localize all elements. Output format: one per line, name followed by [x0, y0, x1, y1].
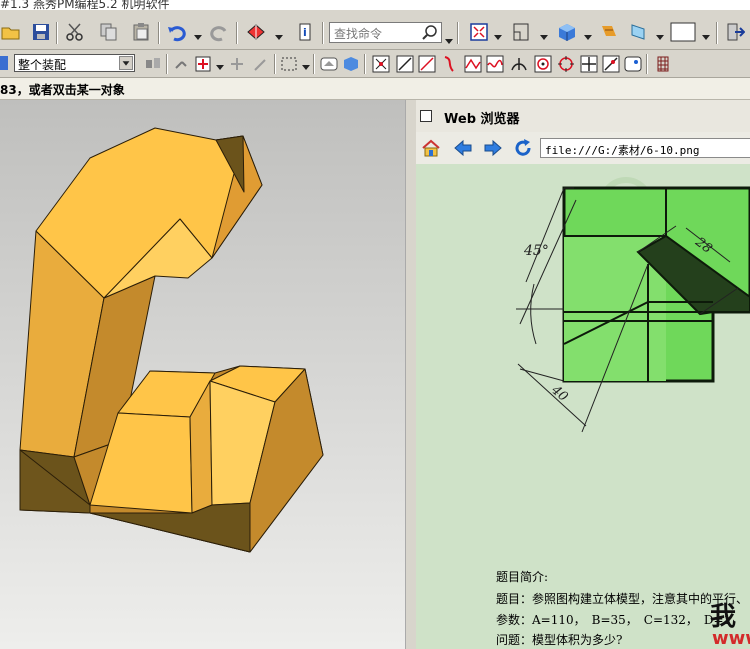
toolbar-separator — [166, 54, 168, 74]
type-filter-swatch[interactable] — [0, 56, 8, 70]
window-title: #1.3 燕秀PM编程5.2 机明软件 — [0, 0, 170, 10]
problem-heading: 题目简介: — [496, 570, 549, 584]
toolbar-separator — [322, 22, 324, 44]
selection-toolbar: 整个装配 — [0, 50, 750, 78]
window-layout-chevron-icon[interactable] — [702, 30, 710, 40]
select-filter-icon[interactable] — [245, 21, 267, 43]
search-icon[interactable] — [421, 24, 439, 42]
toolbar-separator — [56, 22, 58, 44]
snap-intersection-icon[interactable] — [578, 53, 600, 75]
paste-icon[interactable] — [130, 21, 152, 43]
open-folder-icon[interactable] — [0, 21, 22, 43]
rectangle-select-icon[interactable] — [278, 53, 300, 75]
browser-nav-bar: file:///G:/素材/6-10.png — [416, 132, 750, 164]
vector-icon[interactable] — [250, 53, 272, 75]
toolbar-separator — [274, 54, 276, 74]
refresh-icon[interactable] — [512, 137, 534, 159]
problem-line-3: 问题：模型体积为多少? — [496, 633, 623, 647]
toolbar-separator — [158, 22, 160, 44]
command-search-placeholder: 查找命令 — [334, 27, 383, 41]
problem-line-2: 参数：A=110， B=35， C=132， D=1 — [496, 613, 732, 627]
solid-filter-icon[interactable] — [318, 53, 340, 75]
home-icon[interactable] — [420, 137, 442, 159]
exit-door-icon[interactable] — [724, 21, 746, 43]
point-constructor-icon[interactable] — [226, 53, 248, 75]
view-orient-icon[interactable] — [628, 21, 650, 43]
toolbar-separator — [313, 54, 315, 74]
browser-title: Web 浏览器 — [444, 112, 520, 127]
technical-drawing: 45° 28 40 — [516, 177, 750, 433]
address-bar[interactable]: file:///G:/素材/6-10.png — [540, 138, 750, 158]
snap-point-icon[interactable] — [172, 53, 194, 75]
svg-text:i: i — [303, 26, 307, 39]
assembly-scope-select[interactable]: 整个装配 — [14, 54, 135, 72]
site-watermark-url: www — [712, 628, 750, 649]
shaded-cube-icon[interactable] — [556, 21, 578, 43]
material-brush-icon[interactable] — [598, 21, 620, 43]
window-layout-icon[interactable] — [670, 21, 696, 43]
sketch-plane-icon[interactable] — [510, 21, 532, 43]
browser-pin-checkbox[interactable] — [420, 110, 432, 122]
info-icon[interactable]: i — [294, 21, 316, 43]
cut-icon[interactable] — [64, 21, 86, 43]
rectangle-select-chevron-icon[interactable] — [302, 60, 310, 70]
snap-face-icon[interactable] — [622, 53, 644, 75]
main-toolbar: i 查找命令 — [0, 10, 750, 50]
fit-view-icon[interactable] — [468, 21, 490, 43]
address-url: file:///G:/素材/6-10.png — [545, 144, 700, 157]
body-filter-icon[interactable] — [340, 53, 362, 75]
snap-curve-icon[interactable] — [440, 53, 462, 75]
snap-perpendicular-icon[interactable] — [508, 53, 530, 75]
fit-view-chevron-icon[interactable] — [494, 30, 502, 40]
save-icon[interactable] — [30, 21, 52, 43]
toolbar-separator — [364, 54, 366, 74]
snap-quadrant-icon[interactable] — [555, 53, 577, 75]
web-page-content: 45° 28 40 题目简介: 题目：参照图构建立体模型，注意其中的平行、 参数… — [416, 164, 750, 649]
view-orient-chevron-icon[interactable] — [656, 30, 664, 40]
toolbar-separator — [646, 54, 648, 74]
solid-model[interactable] — [0, 100, 405, 649]
snap-line-icon[interactable] — [394, 53, 416, 75]
cue-line: 83，或者双击某一对象 — [0, 78, 750, 100]
select-filter-chevron-icon[interactable] — [275, 30, 283, 40]
assembly-scope-value: 整个装配 — [18, 58, 67, 72]
snap-spline-icon[interactable] — [462, 53, 484, 75]
forward-arrow-icon[interactable] — [482, 137, 504, 159]
undo-icon[interactable] — [166, 21, 188, 43]
toolbar-separator — [457, 22, 459, 44]
toolbar-separator — [716, 22, 718, 44]
assembly-filter-icon[interactable] — [142, 53, 164, 75]
back-arrow-icon[interactable] — [452, 137, 474, 159]
shaded-cube-chevron-icon[interactable] — [584, 30, 592, 40]
snap-midpoint-icon[interactable] — [416, 53, 438, 75]
angle-dimension-label: 45° — [523, 243, 549, 259]
copy-icon[interactable] — [98, 21, 120, 43]
command-search-input[interactable]: 查找命令 — [329, 22, 442, 43]
redo-icon[interactable] — [208, 21, 230, 43]
browser-header: Web 浏览器 — [416, 100, 750, 132]
depth-dimension: 40 — [547, 382, 570, 405]
search-options-chevron-icon[interactable] — [445, 34, 453, 44]
undo-dropdown-chevron-icon[interactable] — [194, 30, 202, 40]
web-browser-panel: Web 浏览器 file:///G:/素材/6-10.png 45° 28 40… — [416, 100, 750, 649]
sketch-plane-chevron-icon[interactable] — [540, 30, 548, 40]
snap-endpoint-icon[interactable] — [370, 53, 392, 75]
snap-existing-point-icon[interactable] — [600, 53, 622, 75]
toolbar-separator — [236, 22, 238, 44]
cue-prompt: 83，或者双击某一对象 — [0, 83, 125, 97]
chevron-down-icon[interactable] — [119, 56, 133, 70]
select-add-chevron-icon[interactable] — [216, 60, 224, 70]
snap-wave-icon[interactable] — [484, 53, 506, 75]
snap-center-icon[interactable] — [532, 53, 554, 75]
grid-icon[interactable] — [652, 53, 674, 75]
graphics-viewport[interactable] — [0, 100, 405, 649]
pane-splitter[interactable] — [405, 100, 416, 649]
window-title-bar: #1.3 燕秀PM编程5.2 机明软件 — [0, 0, 750, 10]
select-add-icon[interactable] — [192, 53, 214, 75]
